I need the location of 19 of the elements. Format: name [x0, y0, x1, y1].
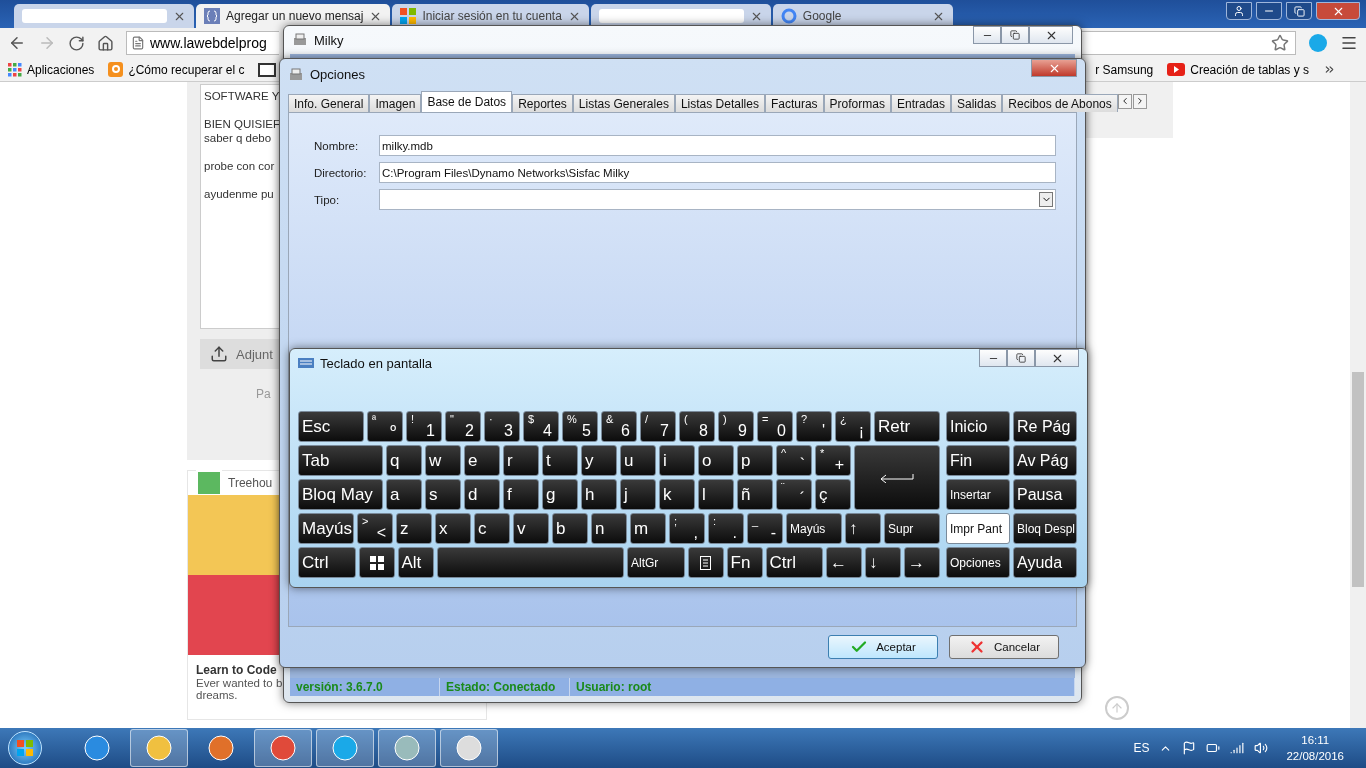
message-text: SOFTWARE Y	[204, 89, 280, 103]
status-text: Estado: Conectado	[440, 678, 570, 696]
window-title: Teclado en pantalla	[320, 355, 433, 371]
ad-title: Learn to Code	[196, 663, 277, 677]
field-label: Tipo:	[314, 193, 341, 206]
message-text: probe con cor	[204, 159, 275, 173]
field-label: Directorio:	[314, 166, 368, 179]
ad-text: Ever wanted to b	[196, 677, 283, 689]
window-title: Milky	[314, 32, 344, 48]
ad-text: dreams.	[196, 689, 238, 701]
message-text: ayudenme pu	[204, 187, 274, 201]
field-label: Nombre:	[314, 139, 360, 152]
ad-brand: Treehou	[228, 476, 273, 490]
hint-text: Pa	[256, 387, 271, 401]
status-text: versión: 3.6.7.0	[290, 678, 440, 696]
message-text: BIEN QUISIEF	[204, 117, 281, 131]
status-text: Usuario: root	[570, 678, 1075, 696]
dialog-title: Opciones	[310, 67, 365, 82]
message-text: saber q debo	[204, 131, 272, 145]
